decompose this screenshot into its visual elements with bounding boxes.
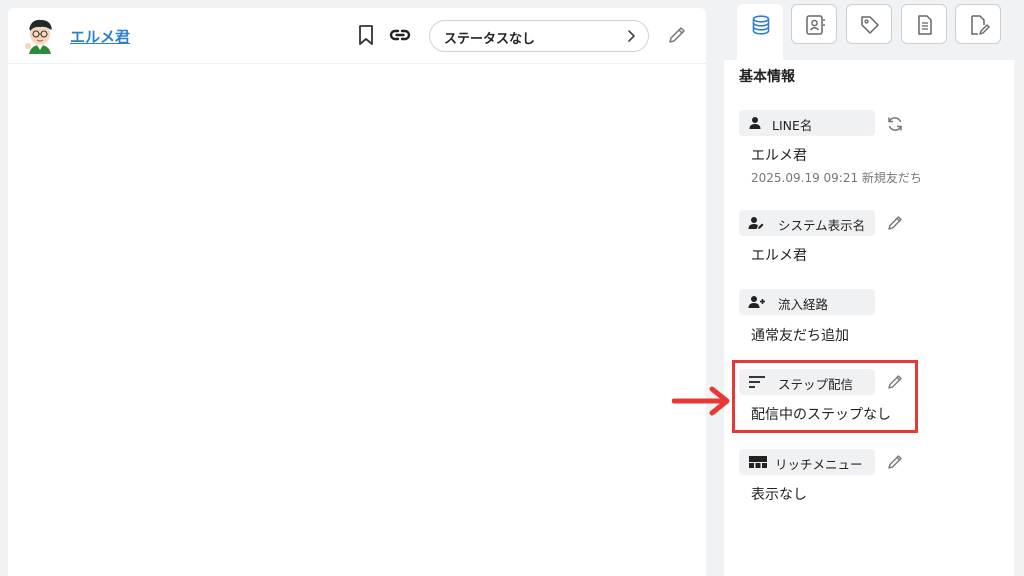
rich-menu-value: 表示なし (751, 487, 807, 503)
tag-icon (861, 16, 879, 34)
edit-document-icon (971, 15, 990, 35)
document-icon (918, 15, 932, 35)
user-icon (749, 117, 761, 129)
line-name-label: LINE名 (739, 110, 875, 136)
tab-tag[interactable] (846, 4, 892, 44)
status-select-value: ステータスなし (444, 32, 536, 47)
database-icon (752, 15, 770, 35)
avatar (23, 18, 57, 54)
chat-header: エルメ君 ステータスなし (8, 8, 706, 64)
tab-edit-document[interactable] (955, 4, 1001, 44)
user-edit-icon (748, 217, 764, 229)
bookmark-icon[interactable] (354, 23, 378, 47)
chat-panel: エルメ君 ステータスなし (8, 8, 706, 576)
user-name-link[interactable]: エルメ君 (70, 26, 130, 47)
system-name-label: システム表示名 (739, 210, 875, 236)
link-icon[interactable] (388, 23, 412, 47)
line-name-meta: 2025.09.19 09:21 新規友だち (751, 171, 922, 185)
user-plus-icon (748, 296, 765, 308)
highlight-box (732, 360, 918, 433)
rich-menu-edit-icon[interactable] (886, 453, 904, 471)
rich-menu-icon (749, 456, 767, 468)
chevron-right-icon (628, 30, 635, 42)
contact-icon (806, 15, 825, 35)
section-title: 基本情報 (739, 69, 795, 85)
tab-document[interactable] (901, 4, 947, 44)
pencil-icon[interactable] (666, 24, 688, 46)
tab-contact[interactable] (791, 4, 837, 44)
tab-database[interactable] (737, 4, 783, 60)
rich-menu-label: リッチメニュー (739, 449, 875, 475)
status-select[interactable]: ステータスなし (429, 20, 649, 52)
refresh-icon[interactable] (886, 115, 904, 133)
inflow-value: 通常友だち追加 (751, 328, 849, 344)
line-name-value: エルメ君 (751, 148, 807, 164)
system-name-edit-icon[interactable] (886, 214, 904, 232)
system-name-value: エルメ君 (751, 248, 807, 264)
arrow-right-icon (672, 386, 730, 416)
inflow-label: 流入経路 (739, 289, 875, 315)
